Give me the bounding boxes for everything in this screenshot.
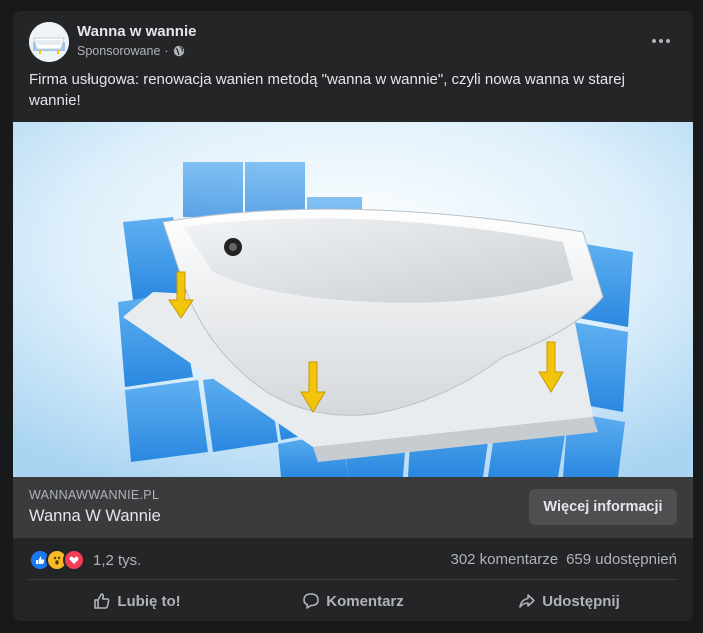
post-text: Firma usługowa: renowacja wanien metodą …: [29, 71, 625, 109]
link-title[interactable]: Wanna W Wannie: [29, 507, 161, 526]
link-domain: WANNAWWANNIE.PL: [29, 488, 160, 502]
share-count[interactable]: 659 udostępnień: [566, 551, 677, 568]
comment-button[interactable]: Komentarz: [245, 581, 461, 621]
engagement-counts: 302 komentarze 659 udostępnień: [450, 551, 677, 568]
reaction-count[interactable]: 1,2 tys.: [93, 552, 141, 569]
love-icon: [63, 549, 85, 571]
separator-dot: ·: [164, 44, 169, 58]
reactions-summary[interactable]: 1,2 tys.: [29, 549, 141, 571]
comment-count[interactable]: 302 komentarze: [450, 551, 558, 568]
share-arrow-icon: [519, 594, 536, 608]
share-button[interactable]: Udostępnij: [461, 581, 677, 621]
sponsored-label[interactable]: Sponsorowane: [77, 44, 160, 58]
thumbs-up-icon: [94, 593, 110, 609]
post-stats: 1,2 tys. 302 komentarze 659 udostępnień: [13, 538, 693, 580]
ad-image-bathtub[interactable]: [13, 122, 693, 477]
post-actions: Lubię to! Komentarz Udostępnij: [29, 581, 677, 621]
more-horizontal-icon: [652, 39, 670, 43]
comment-icon: [303, 593, 320, 609]
globe-icon[interactable]: [173, 45, 185, 57]
like-label: Lubię to!: [117, 592, 181, 610]
more-options-button[interactable]: [643, 27, 679, 55]
like-button[interactable]: Lubię to!: [29, 581, 245, 621]
bathtub-thumbnail-icon: [29, 22, 69, 62]
actions-divider: [29, 579, 677, 580]
more-info-button[interactable]: Więcej informacji: [529, 489, 677, 525]
sponsored-line: Sponsorowane ·: [77, 44, 185, 58]
link-preview-bar[interactable]: WANNAWWANNIE.PL Wanna W Wannie Więcej in…: [13, 477, 693, 538]
page-name[interactable]: Wanna w wannie: [77, 23, 196, 40]
comment-label: Komentarz: [326, 592, 404, 610]
bathtub-illustration: [13, 122, 693, 477]
sponsored-post-card: Wanna w wannie Sponsorowane · Firma usłu…: [13, 11, 693, 621]
share-label: Udostępnij: [542, 592, 620, 610]
page-avatar[interactable]: [29, 22, 69, 62]
post-header: Wanna w wannie Sponsorowane ·: [13, 11, 693, 71]
